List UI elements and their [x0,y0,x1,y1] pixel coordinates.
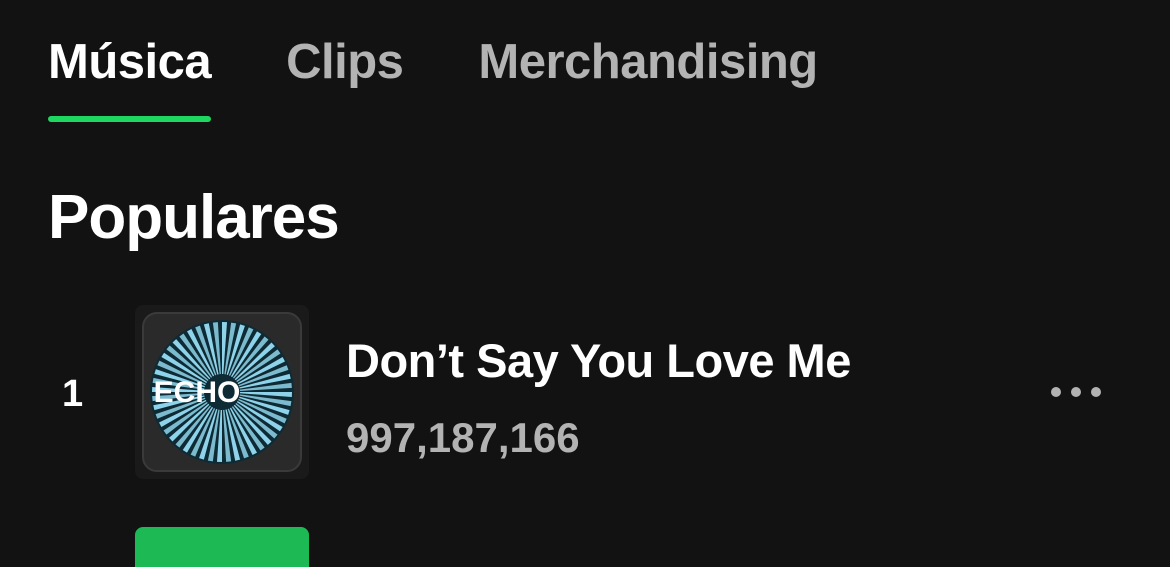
album-cover-art: ECHO [135,305,309,479]
active-tab-indicator [48,116,212,122]
more-options-icon [1046,387,1106,397]
track-row[interactable]: 1 ECHO Don’t Say You Love Me 997,187,166 [0,305,1170,481]
tab-merchandising[interactable]: Merchandising [478,30,818,94]
section-title-popular: Populares [48,183,340,252]
tab-music-label: Música [48,35,212,89]
album-cover: ECHO [135,305,309,479]
tab-clips[interactable]: Clips [286,30,404,94]
next-track-cover [135,527,309,567]
tab-music[interactable]: Música [48,30,212,122]
tab-clips-label: Clips [286,35,404,89]
track-play-count: 997,187,166 [346,414,580,461]
album-cover-logo: ECHO [154,376,241,409]
track-rank: 1 [62,373,84,415]
tab-bar: Música Clips Merchandising [48,30,893,125]
track-title: Don’t Say You Love Me [346,334,851,387]
more-options-button[interactable] [1036,367,1116,417]
tab-merchandising-label: Merchandising [478,35,818,89]
